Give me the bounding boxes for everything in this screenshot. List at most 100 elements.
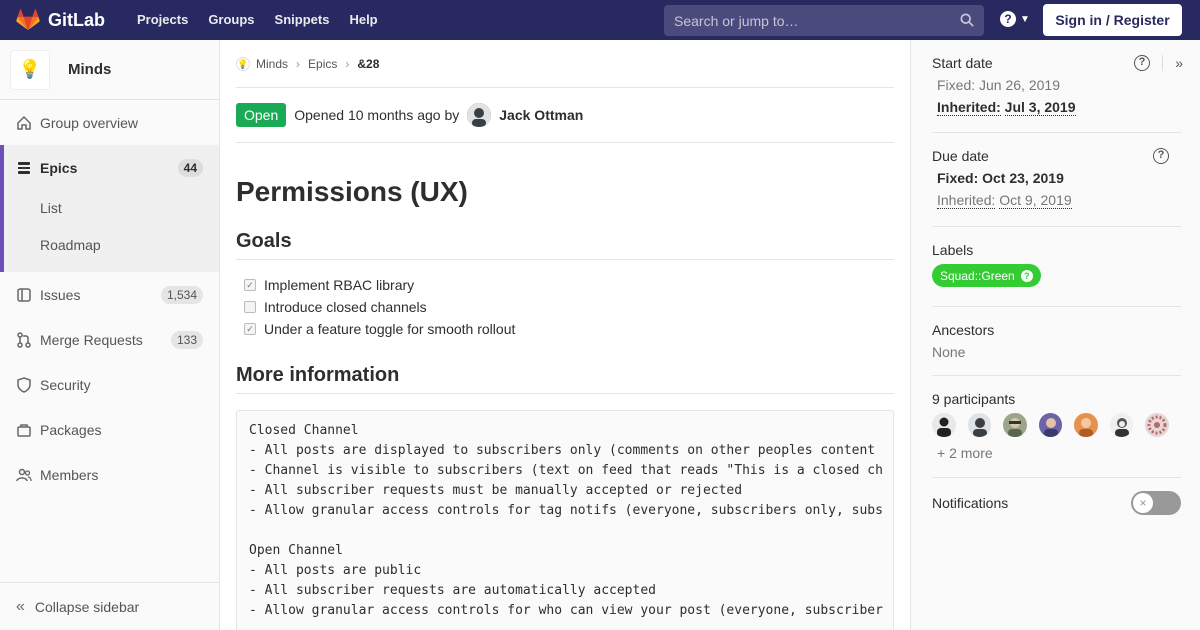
collapse-right-sidebar-icon[interactable]: » <box>1175 55 1183 71</box>
sidebar-item-merge-requests[interactable]: Merge Requests 133 <box>0 317 219 362</box>
page-title: Permissions (UX) <box>236 176 468 207</box>
due-fixed[interactable]: Fixed: Oct 23, 2019 <box>937 170 1181 186</box>
sidebar-subitem-roadmap[interactable]: Roadmap <box>4 227 219 264</box>
question-icon: ? <box>1020 269 1033 282</box>
group-name: Minds <box>68 61 112 78</box>
sidebar-item-group-overview[interactable]: Group overview <box>0 100 219 145</box>
start-fixed-value: Jun 26, 2019 <box>979 77 1060 93</box>
avatar[interactable] <box>1145 413 1170 437</box>
gitlab-logo[interactable]: GitLab <box>16 9 105 31</box>
sidebar-item-label: Group overview <box>40 114 139 131</box>
question-icon[interactable]: ? <box>1134 55 1150 71</box>
double-chevron-left-icon: « <box>16 597 25 615</box>
more-participants-link[interactable]: + 2 more <box>937 445 1181 461</box>
participants-title: 9 participants <box>932 391 1016 407</box>
task-checkbox[interactable] <box>244 301 256 313</box>
sidebar-item-packages[interactable]: Packages <box>0 407 219 452</box>
search-input[interactable]: Search or jump to… <box>664 5 984 36</box>
shield-icon <box>16 376 32 393</box>
merge-request-icon <box>16 331 32 348</box>
due-date-block: Due date ? Fixed: Oct 23, 2019 Inherited… <box>932 133 1181 227</box>
labels-block: Labels Squad::Green ? <box>932 227 1181 307</box>
task-item: ✓ Implement RBAC library <box>244 274 894 296</box>
avatar[interactable] <box>1109 413 1134 437</box>
notifications-block: Notifications × <box>932 478 1181 528</box>
task-text: Introduce closed channels <box>264 299 427 315</box>
group-header[interactable]: 💡 Minds <box>0 40 219 100</box>
label-text: Squad::Green <box>940 268 1015 283</box>
due-inherited-label: Inherited: <box>937 192 996 209</box>
sidebar-item-members[interactable]: Members <box>0 452 219 497</box>
group-avatar-icon: 💡 <box>236 56 250 71</box>
breadcrumb-group[interactable]: Minds <box>256 57 288 71</box>
users-icon <box>16 467 32 483</box>
task-item: Introduce closed channels <box>244 296 894 318</box>
ancestors-block: Ancestors None <box>932 307 1181 376</box>
home-icon <box>16 115 32 131</box>
due-inherited[interactable]: Inherited: Oct 9, 2019 <box>937 192 1181 209</box>
notifications-toggle[interactable]: × <box>1131 491 1181 515</box>
start-fixed[interactable]: Fixed: Jun 26, 2019 <box>937 77 1181 93</box>
epics-section: Epics 44 List Roadmap <box>0 145 219 272</box>
avatar[interactable] <box>467 103 492 127</box>
collapse-sidebar-button[interactable]: « Collapse sidebar <box>0 582 219 630</box>
chevron-right-icon: › <box>296 56 301 71</box>
more-info-heading: More information <box>236 364 894 394</box>
ancestors-value: None <box>932 344 966 360</box>
notifications-title: Notifications <box>932 495 1009 511</box>
status-badge: Open <box>236 103 287 127</box>
avatar[interactable] <box>967 413 992 437</box>
label-badge[interactable]: Squad::Green ? <box>932 264 1041 287</box>
search-icon <box>960 13 974 27</box>
breadcrumb-epics[interactable]: Epics <box>308 57 337 71</box>
sidebar-item-label: Epics <box>40 159 78 176</box>
task-text: Implement RBAC library <box>264 277 415 293</box>
package-icon <box>16 422 32 438</box>
search-placeholder: Search or jump to… <box>674 12 799 29</box>
close-icon: × <box>1133 493 1153 513</box>
due-fixed-value: Oct 23, 2019 <box>982 170 1064 186</box>
due-date-title: Due date <box>932 148 989 164</box>
question-icon[interactable]: ? <box>1153 148 1169 164</box>
task-list: ✓ Implement RBAC library Introduce close… <box>236 274 894 340</box>
avatar[interactable] <box>1003 413 1027 437</box>
nav-links: Projects Groups Snippets Help <box>127 0 388 40</box>
collapse-label: Collapse sidebar <box>34 598 140 615</box>
divider <box>1162 55 1163 71</box>
avatar[interactable] <box>1038 413 1063 437</box>
task-checkbox[interactable]: ✓ <box>244 323 256 335</box>
sidebar-item-label: Merge Requests <box>40 331 143 348</box>
ancestors-title: Ancestors <box>932 322 995 338</box>
start-date-block: Start date ? » Fixed: Jun 26, 2019 Inher… <box>932 40 1183 133</box>
nav-help[interactable]: Help <box>339 0 387 40</box>
breadcrumb-current[interactable]: &28 <box>357 57 379 71</box>
sign-in-button[interactable]: Sign in / Register <box>1043 4 1182 36</box>
sidebar-item-label: Issues <box>40 286 81 303</box>
question-icon: ? <box>1000 11 1016 27</box>
participant-avatars <box>932 413 1181 437</box>
epic-header: Open Opened 10 months ago by Jack Ottman <box>236 88 894 143</box>
left-sidebar: 💡 Minds Group overview Epics 44 List Roa… <box>0 40 220 630</box>
nav-projects[interactable]: Projects <box>127 0 198 40</box>
sidebar-item-security[interactable]: Security <box>0 362 219 407</box>
sidebar-item-label: Security <box>40 376 91 393</box>
start-inherited[interactable]: Inherited: Jul 3, 2019 <box>937 99 1181 116</box>
sidebar-item-epics[interactable]: Epics 44 <box>4 145 219 190</box>
issues-icon <box>16 287 32 303</box>
task-text: Under a feature toggle for smooth rollou… <box>264 321 516 337</box>
start-fixed-label: Fixed: <box>937 77 976 93</box>
epics-count-badge: 44 <box>177 158 203 177</box>
sidebar-item-issues[interactable]: Issues 1,534 <box>0 272 219 317</box>
nav-groups[interactable]: Groups <box>198 0 264 40</box>
brand-name: GitLab <box>48 9 105 30</box>
nav-snippets[interactable]: Snippets <box>265 0 340 40</box>
chevron-right-icon: › <box>345 56 350 71</box>
avatar[interactable] <box>932 413 956 437</box>
author-name[interactable]: Jack Ottman <box>499 107 583 123</box>
start-inherited-value: Jul 3, 2019 <box>1004 99 1076 116</box>
task-checkbox[interactable]: ✓ <box>244 279 256 291</box>
issues-count-badge: 1,534 <box>160 285 203 304</box>
avatar[interactable] <box>1074 413 1098 437</box>
help-dropdown[interactable]: ? ▼ <box>1000 11 1030 27</box>
sidebar-subitem-list[interactable]: List <box>4 190 219 227</box>
